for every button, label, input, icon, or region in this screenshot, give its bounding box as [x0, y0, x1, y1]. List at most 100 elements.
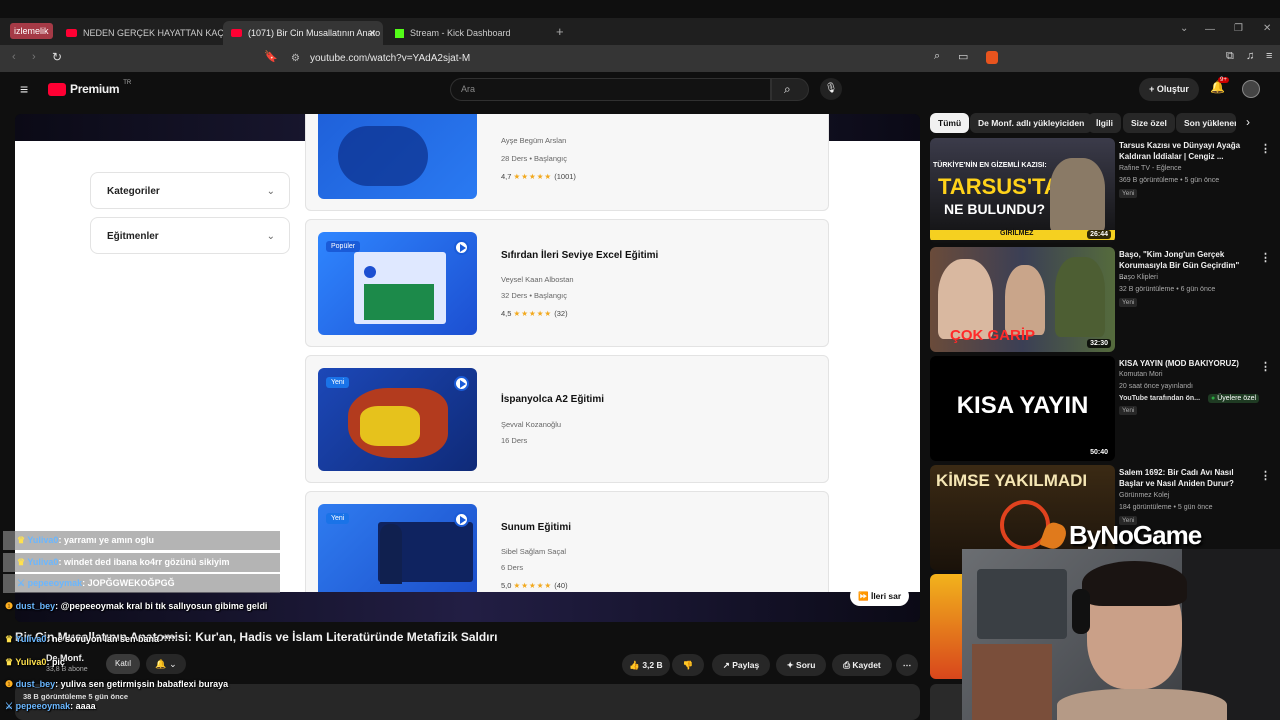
more-vert-icon[interactable]: ⋮	[1260, 142, 1271, 155]
media-icon[interactable]: ♫	[1246, 50, 1254, 62]
chip-all[interactable]: Tümü	[930, 113, 970, 133]
forward-icon[interactable]: ›	[32, 51, 36, 63]
sword-icon: ⚔	[17, 578, 28, 588]
recommendation-channel[interactable]: Rafine TV - Eğlence	[1119, 165, 1182, 172]
recommendation-channel[interactable]: Görünmez Kolej	[1119, 492, 1169, 499]
back-icon[interactable]: ‹	[12, 51, 16, 63]
streamer-watermark: ByNoGame	[1039, 519, 1202, 552]
flame-logo-icon	[1039, 519, 1069, 552]
more-vert-icon[interactable]: ⋮	[1260, 469, 1271, 482]
tab-active-video[interactable]: (1071) Bir Cin Musallatının Anato ✕	[223, 21, 383, 45]
chat-message: ⚔ pepeeoymak: JOPĞGWEKOĞPGĞ	[3, 574, 280, 593]
thumb-text: TÜRKİYE'NİN EN GİZEMLİ KAZISI:	[933, 162, 1047, 169]
course-card[interactable]: Yeni İspanyolca A2 Eğitimi Şevval Kozano…	[305, 355, 829, 483]
chip-related[interactable]: İlgili	[1088, 113, 1121, 133]
save-button[interactable]: ⎙ Kaydet	[832, 654, 892, 676]
search-input[interactable]: Ara	[450, 78, 771, 101]
dislike-button[interactable]: 👎	[672, 654, 704, 676]
youtube-logo[interactable]: Premium TR	[48, 80, 132, 96]
duration-badge: 26:44	[1087, 230, 1111, 239]
youtube-header: ≡ Premium TR Ara ⌕ 🎙 + Oluştur 🔔 9+	[0, 72, 1280, 108]
course-meta: 28 Ders • Başlangıç	[501, 154, 567, 163]
chevron-right-icon[interactable]: ›	[1246, 115, 1250, 129]
chat-message: ❶ dust_bey: @pepeeoymak kral bi tık sall…	[5, 601, 268, 611]
create-button[interactable]: + Oluştur	[1139, 78, 1199, 101]
chip-recent[interactable]: Son yüklenen	[1176, 113, 1236, 133]
extensions-icon[interactable]: ⧉	[1226, 50, 1234, 63]
course-rating: 5,0 ★★★★★ (40)	[501, 581, 568, 590]
recommendation-channel[interactable]: Komutan Mori	[1119, 371, 1163, 378]
recommendation-thumbnail: TÜRKİYE'NİN EN GİZEMLİ KAZISI: TARSUS'TA…	[930, 138, 1115, 243]
cast-icon[interactable]: ▭	[958, 50, 968, 63]
like-button[interactable]: 👍 3,2 B	[622, 654, 670, 676]
bookmark-icon[interactable]: 🔖	[264, 50, 278, 63]
tab-kick[interactable]: Stream - Kick Dashboard	[387, 21, 547, 45]
chip-for-you[interactable]: Size özel	[1123, 113, 1175, 133]
duration-badge: 32:30	[1087, 339, 1111, 348]
new-badge: Yeni	[1119, 298, 1138, 307]
voice-search-button[interactable]: 🎙	[820, 78, 842, 100]
tab-neden[interactable]: NEDEN GERÇEK HAYATTAN KAÇMAK	[58, 21, 223, 45]
recommendation-thumbnail-partial[interactable]	[930, 684, 962, 720]
logo-region: TR	[123, 80, 132, 86]
play-icon[interactable]	[454, 512, 469, 527]
menu-icon[interactable]: ≡	[1266, 50, 1272, 62]
course-card[interactable]: Popüler Sıfırdan İleri Seviye Excel Eğit…	[305, 219, 829, 347]
hamburger-menu-icon[interactable]: ≡	[20, 81, 28, 97]
minimize-icon[interactable]: —	[1205, 24, 1215, 35]
site-info-icon[interactable]: ⚙	[291, 48, 300, 69]
join-button[interactable]: Katıl	[106, 654, 140, 674]
tab-group-label[interactable]: izlemelik	[10, 23, 53, 39]
plus-icon: +	[1149, 84, 1157, 94]
zoom-icon[interactable]: ⌕	[934, 50, 940, 63]
subscribe-bell-button[interactable]: 🔔 ⌄	[146, 654, 186, 674]
recommendation-item[interactable]: TÜRKİYE'NİN EN GİZEMLİ KAZISI: TARSUS'TA…	[930, 138, 1271, 243]
recommendation-stats: 20 saat önce yayınlandı	[1119, 383, 1193, 390]
recommendation-title[interactable]: Salem 1692: Bir Cadı Avı Nasıl Başlar ve…	[1119, 467, 1244, 489]
new-tab-icon[interactable]: +	[556, 24, 564, 39]
recommendation-item[interactable]: ÇOK GARİP 32:30 Başo, "Kim Jong'un Gerçe…	[930, 247, 1271, 352]
course-title[interactable]: Sunum Eğitimi	[501, 522, 571, 533]
course-title[interactable]: İspanyolca A2 Eğitimi	[501, 394, 604, 405]
brave-shield-icon[interactable]	[986, 51, 998, 64]
new-badge: Yeni	[326, 513, 350, 524]
kick-icon	[395, 28, 404, 38]
reload-icon[interactable]: ↻	[52, 50, 62, 64]
recommendation-stats: 184 görüntüleme • 5 gün önce	[1119, 504, 1213, 511]
filter-instructors[interactable]: Eğitmenler ⌄	[90, 217, 290, 254]
recommendation-stats: 369 B görüntüleme • 5 gün önce	[1119, 177, 1220, 184]
recommendation-title[interactable]: KISA YAYIN (MOD BAKIYORUZ)	[1119, 358, 1244, 369]
share-button[interactable]: ↗ Paylaş	[712, 654, 770, 676]
avatar[interactable]	[1242, 80, 1260, 98]
filter-categories[interactable]: Kategoriler ⌄	[90, 172, 290, 209]
recommendation-item[interactable]: KISA YAYIN 50:40 KISA YAYIN (MOD BAKIYOR…	[930, 356, 1271, 461]
play-icon[interactable]	[454, 240, 469, 255]
recommendation-channel[interactable]: Başo Klipleri	[1119, 274, 1158, 281]
fast-forward-icon: ⏩	[858, 591, 871, 601]
course-title[interactable]: Sıfırdan İleri Seviye Excel Eğitimi	[501, 250, 658, 261]
recommendation-title[interactable]: Tarsus Kazısı ve Dünyayı Ayağa Kaldıran …	[1119, 140, 1244, 162]
chevron-down-icon[interactable]: ⌄	[1180, 23, 1188, 34]
tab-label: Stream - Kick Dashboard	[410, 28, 511, 38]
maximize-icon[interactable]: ❐	[1234, 23, 1243, 34]
url-field[interactable]: ⚙ youtube.com/watch?v=YAdA2sjat-M	[283, 48, 983, 69]
skip-label: İleri sar	[870, 591, 902, 601]
more-vert-icon[interactable]: ⋮	[1260, 251, 1271, 264]
more-actions-button[interactable]: ⋯	[896, 654, 918, 676]
more-vert-icon[interactable]: ⋮	[1260, 360, 1271, 373]
ask-button[interactable]: ✦ Soru	[776, 654, 826, 676]
course-listing-page: Kategoriler ⌄ Eğitmenler ⌄ Ayşe Begüm Ar…	[15, 114, 920, 619]
search-button[interactable]: ⌕	[771, 78, 809, 101]
course-thumbnail: Popüler	[318, 232, 477, 335]
close-window-icon[interactable]: ✕	[1263, 23, 1271, 34]
rating-value: 5,0	[501, 581, 512, 590]
chat-text: ne sövüyon lan sen bana ****	[51, 634, 176, 644]
play-icon[interactable]	[454, 376, 469, 391]
watermark-text: ByNoGame	[1069, 520, 1202, 550]
recommendation-thumbnail-partial[interactable]	[930, 574, 962, 679]
chip-from-uploader[interactable]: De Monf. adlı yükleyiciden	[970, 113, 1093, 133]
course-card[interactable]: Ayşe Begüm Arslan 28 Ders • Başlangıç 4,…	[305, 114, 829, 211]
skip-forward-button[interactable]: ⏩ İleri sar	[850, 586, 910, 606]
notification-count-badge: 9+	[1218, 77, 1229, 83]
close-tab-icon[interactable]: ✕	[368, 28, 376, 39]
